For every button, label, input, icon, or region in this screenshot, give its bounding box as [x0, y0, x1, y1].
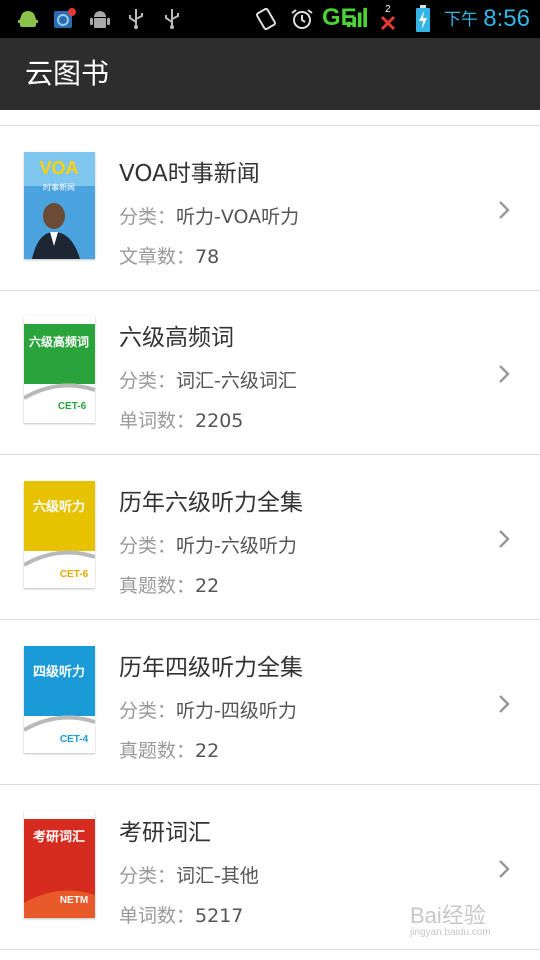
- android-debug-icon: [18, 11, 38, 27]
- usb-icon: [165, 9, 179, 29]
- book-title: 六级高频词: [119, 325, 234, 351]
- book-title: 考研词汇: [119, 820, 211, 846]
- book-category: 分类：词汇-六级词汇: [119, 370, 297, 392]
- list-item-book[interactable]: VOA 时事新闻 VOA时事新闻 分类：听力-VOA听力 文章数：78: [0, 127, 540, 291]
- app-notification-icon: [54, 8, 76, 28]
- svg-text:NETM: NETM: [60, 895, 88, 906]
- book-list[interactable]: VOA 时事新闻 VOA时事新闻 分类：听力-VOA听力 文章数：78 六级高频…: [0, 110, 540, 960]
- book-cover-image: 六级高频词 CET-6: [24, 316, 95, 423]
- list-item-book[interactable]: 六级高频词 CET-6 六级高频词 分类：词汇-六级词汇 单词数：2205: [0, 291, 540, 455]
- book-category: 分类：听力-VOA听力: [119, 206, 300, 228]
- svg-text:CET-4: CET-4: [60, 734, 89, 745]
- clock-time: 8:56: [483, 5, 530, 32]
- chevron-right-icon: [499, 365, 510, 383]
- book-count: 真题数：22: [119, 575, 220, 597]
- book-cover-image: 四级听力 CET-4: [24, 646, 95, 753]
- book-count: 文章数：78: [119, 246, 220, 268]
- book-cover-image: VOA 时事新闻: [24, 152, 95, 259]
- book-title: 历年四级听力全集: [119, 655, 303, 681]
- chevron-right-icon: [499, 860, 510, 878]
- status-bar: GE 2 下午 8:56: [0, 0, 540, 38]
- book-cover-image: 考研词汇 NETM: [24, 811, 95, 918]
- app-title: 云图书: [25, 57, 110, 90]
- battery-charging-icon: [416, 5, 430, 32]
- list-item-book[interactable]: 四级听力 CET-4 历年四级听力全集 分类：听力-四级听力 真题数：22: [0, 621, 540, 785]
- svg-text:VOA: VOA: [39, 158, 78, 178]
- chevron-right-icon: [499, 530, 510, 548]
- svg-text:四级听力: 四级听力: [33, 664, 85, 680]
- book-category: 分类：听力-四级听力: [119, 700, 297, 722]
- book-title: 历年六级听力全集: [119, 490, 303, 516]
- book-count: 真题数：22: [119, 740, 220, 762]
- book-cover-image: 六级听力 CET-6: [24, 481, 95, 588]
- watermark: Bai经验 jingyan.baidu.com: [410, 898, 520, 942]
- alarm-icon: [291, 9, 313, 29]
- svg-text:CET-6: CET-6: [60, 569, 89, 580]
- action-bar: 云图书: [0, 38, 540, 110]
- book-count: 单词数：5217: [119, 905, 244, 927]
- book-category: 分类：词汇-其他: [119, 865, 259, 887]
- usb-icon: [129, 9, 143, 29]
- vibrate-icon: [256, 8, 276, 30]
- svg-text:六级听力: 六级听力: [33, 499, 85, 515]
- watermark-text: Bai经验: [410, 903, 486, 928]
- list-top-divider: [0, 125, 540, 126]
- chevron-right-icon: [499, 695, 510, 713]
- signal-icon: [346, 7, 367, 28]
- list-item-book[interactable]: 六级听力 CET-6 历年六级听力全集 分类：听力-六级听力 真题数：22: [0, 456, 540, 620]
- book-title: VOA时事新闻: [119, 161, 260, 187]
- svg-text:六级高频词: 六级高频词: [29, 334, 89, 349]
- chevron-right-icon: [499, 201, 510, 219]
- book-count: 单词数：2205: [119, 410, 244, 432]
- svg-text:时事新闻: 时事新闻: [43, 182, 75, 192]
- book-category: 分类：听力-六级听力: [119, 535, 297, 557]
- clock-ampm: 下午: [444, 10, 478, 30]
- watermark-url: jingyan.baidu.com: [410, 927, 491, 938]
- no-signal-icon: [380, 15, 396, 31]
- android-icon: [90, 11, 110, 28]
- svg-text:CET-6: CET-6: [58, 401, 87, 412]
- svg-text:考研词汇: 考研词汇: [33, 829, 85, 845]
